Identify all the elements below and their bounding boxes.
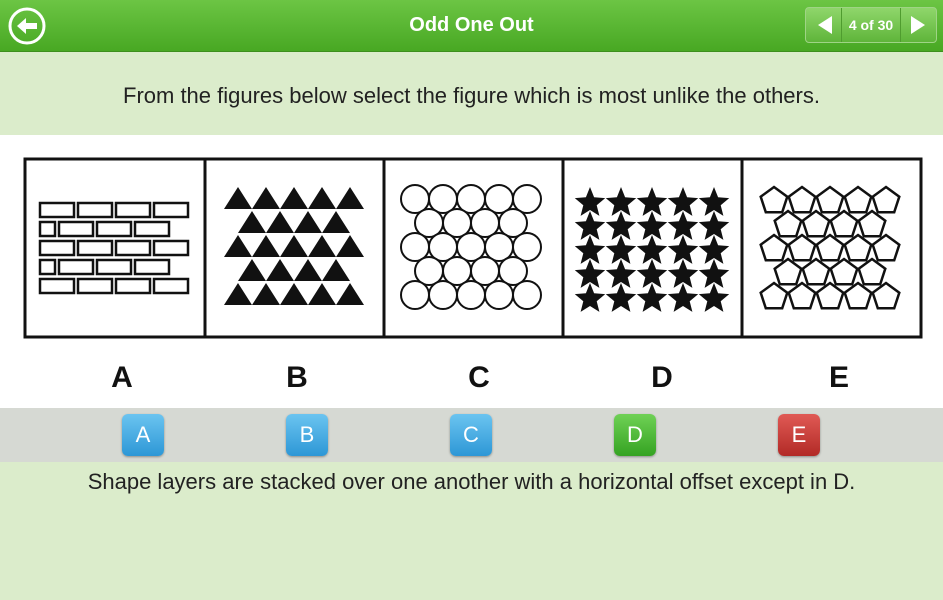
- figure-c-circles: [400, 184, 542, 310]
- page-title: Odd One Out: [409, 14, 534, 36]
- answer-button-c[interactable]: C: [450, 414, 492, 456]
- answer-band: A B C D E: [0, 408, 943, 462]
- figure-e-pentagons: [759, 185, 901, 310]
- figure-label-b: B: [286, 361, 308, 394]
- triangle-right-icon[interactable]: [900, 8, 936, 42]
- figure-label-d: D: [651, 361, 673, 394]
- figures-panel: [23, 157, 923, 339]
- triangle-left-icon[interactable]: [806, 8, 842, 42]
- page-counter: 4 of 30: [848, 17, 894, 33]
- answer-button-d[interactable]: D: [614, 414, 656, 456]
- figure-a-bricks: [38, 201, 190, 295]
- question-pager: 4 of 30: [805, 7, 937, 43]
- figure-label-c: C: [468, 361, 490, 394]
- figure-area: A B C D E: [0, 135, 943, 408]
- figure-d-stars: [574, 187, 730, 312]
- top-bar: Odd One Out 4 of 30: [0, 0, 943, 52]
- question-text: From the figures below select the figure…: [123, 83, 820, 108]
- answer-button-e[interactable]: E: [778, 414, 820, 456]
- question-band: From the figures below select the figure…: [0, 53, 943, 135]
- figure-b-triangles: [224, 187, 364, 305]
- explanation-text: Shape layers are stacked over one anothe…: [87, 469, 856, 494]
- answer-button-b[interactable]: B: [286, 414, 328, 456]
- figure-label-a: A: [111, 361, 133, 394]
- figure-label-e: E: [828, 361, 849, 394]
- answer-button-a[interactable]: A: [122, 414, 164, 456]
